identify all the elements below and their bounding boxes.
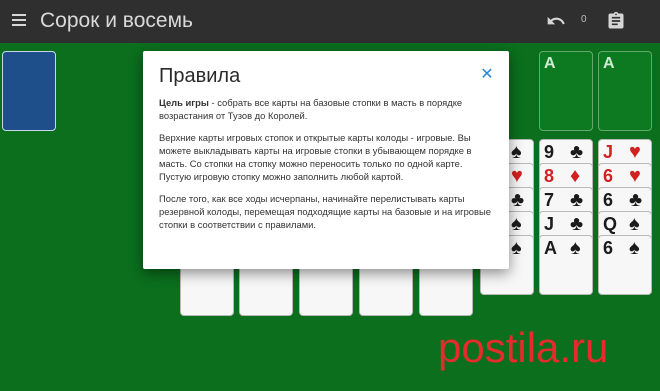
rules-paragraph: После того, как все ходы исчерпаны, начи… xyxy=(159,193,491,230)
foundation-label: A xyxy=(544,55,556,72)
card-rank: 9 xyxy=(544,142,555,162)
clipboard-icon[interactable] xyxy=(606,11,626,31)
suit-symbol: ♦ xyxy=(570,165,581,187)
foundation-slot[interactable]: A xyxy=(539,51,593,131)
tableau-column: 9 ♣ 8 ♦ 7 ♣ J ♣ A ♠ xyxy=(539,139,593,315)
foundation-slot[interactable]: A xyxy=(598,51,652,131)
stock-pile[interactable] xyxy=(2,51,56,131)
rules-dialog: Правила ✕ Цель игры - собрать все карты … xyxy=(143,51,509,269)
card-rank: 8 xyxy=(544,166,555,186)
card-rank: J xyxy=(544,214,555,234)
card-rank: Q xyxy=(603,214,618,234)
close-icon[interactable]: ✕ xyxy=(479,67,495,83)
suit-symbol: ♠ xyxy=(511,141,522,163)
rules-paragraph: Верхние карты игровых стопок и открытые … xyxy=(159,132,472,182)
suit-symbol: ♠ xyxy=(629,237,640,259)
card-rank: J xyxy=(603,142,614,162)
suit-symbol: ♣ xyxy=(570,189,584,211)
card-rank: 6 xyxy=(603,238,614,258)
suit-symbol: ♣ xyxy=(511,189,525,211)
suit-symbol: ♠ xyxy=(511,237,522,259)
undo-icon[interactable] xyxy=(546,11,566,31)
playing-card[interactable]: A ♠ xyxy=(539,235,593,295)
suit-symbol: ♠ xyxy=(629,213,640,235)
suit-symbol: ♠ xyxy=(570,237,581,259)
suit-symbol: ♣ xyxy=(629,189,643,211)
suit-symbol: ♠ xyxy=(511,213,522,235)
card-rank: 6 xyxy=(603,166,614,186)
rules-goal: Цель игры - собрать все карты на базовые… xyxy=(159,96,493,122)
watermark-text: postila.ru xyxy=(438,324,608,371)
card-rank: A xyxy=(544,238,557,258)
menu-icon[interactable] xyxy=(12,14,26,26)
playing-card[interactable]: 6 ♠ xyxy=(598,235,652,295)
suit-symbol: ♥ xyxy=(629,141,641,163)
suit-symbol: ♣ xyxy=(570,141,584,163)
suit-symbol: ♥ xyxy=(629,165,641,187)
watermark-logo: postila.ru xyxy=(438,324,608,371)
foundation-label: A xyxy=(603,55,615,72)
card-rank: 6 xyxy=(603,190,614,210)
tableau-column: J ♥ 6 ♥ 6 ♣ Q ♠ 6 ♠ xyxy=(598,139,652,315)
suit-symbol: ♥ xyxy=(511,165,523,187)
app-title: Сорок и восемь xyxy=(40,9,193,32)
app-bar: Сорок и восемь 0 xyxy=(0,0,660,43)
goal-label: Цель игры xyxy=(159,97,209,108)
move-counter: 0 xyxy=(581,14,587,25)
dialog-title: Правила xyxy=(159,65,241,87)
card-rank: 7 xyxy=(544,190,555,210)
suit-symbol: ♣ xyxy=(570,213,584,235)
